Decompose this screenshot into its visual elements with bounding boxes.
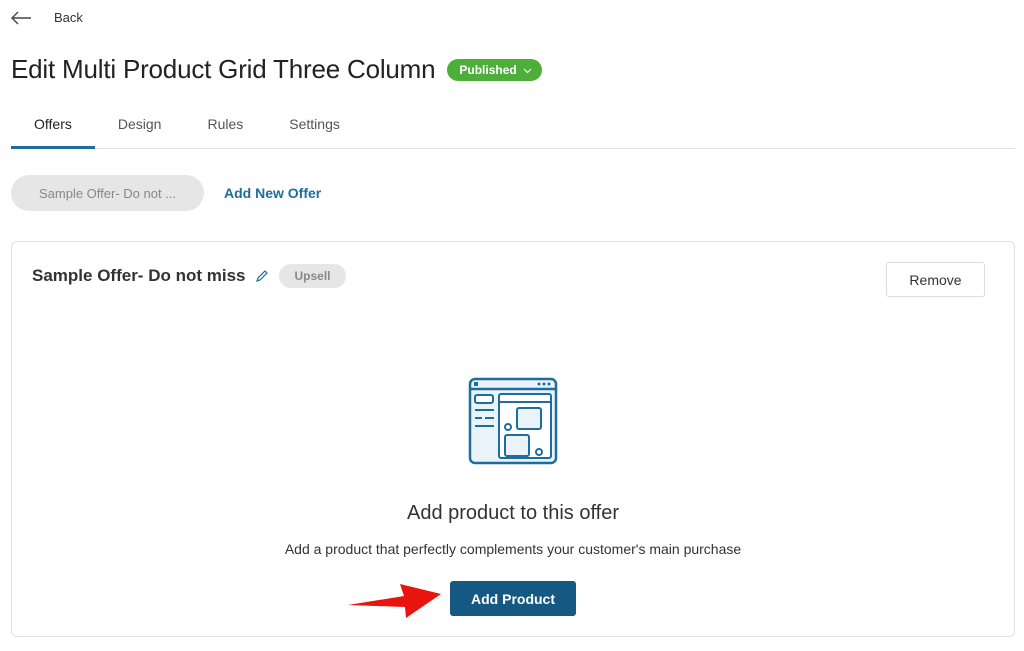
tab-offers[interactable]: Offers (11, 104, 95, 149)
tab-rules[interactable]: Rules (184, 104, 266, 149)
red-arrow-annotation-icon (346, 580, 442, 625)
title-row: Edit Multi Product Grid Three Column Pub… (11, 54, 542, 85)
back-label: Back (54, 10, 83, 25)
offer-card: Sample Offer- Do not miss Upsell Remove (11, 241, 1015, 637)
tab-settings[interactable]: Settings (266, 104, 363, 149)
offer-pill[interactable]: Sample Offer- Do not ... (11, 175, 204, 211)
offer-selector-row: Sample Offer- Do not ... Add New Offer (11, 175, 321, 211)
arrow-left-icon (10, 11, 32, 25)
remove-button[interactable]: Remove (886, 262, 985, 297)
offer-title: Sample Offer- Do not miss (32, 266, 246, 285)
product-grid-icon (468, 377, 558, 472)
page-title: Edit Multi Product Grid Three Column (11, 54, 436, 84)
tab-bar: Offers Design Rules Settings (11, 104, 1015, 149)
empty-state: Add product to this offer Add a product … (12, 377, 1014, 616)
empty-state-title: Add product to this offer (407, 502, 619, 524)
pencil-icon[interactable] (255, 269, 269, 283)
add-product-button[interactable]: Add Product (450, 581, 576, 616)
back-link[interactable]: Back (10, 10, 83, 25)
status-label: Published (459, 62, 517, 77)
empty-state-description: Add a product that perfectly complements… (284, 541, 742, 557)
status-dropdown[interactable]: Published (447, 58, 542, 81)
add-new-offer-link[interactable]: Add New Offer (224, 185, 321, 201)
chevron-down-icon (523, 63, 532, 77)
offer-type-badge: Upsell (279, 264, 346, 288)
tab-design[interactable]: Design (95, 104, 185, 149)
card-header: Sample Offer- Do not miss Upsell (32, 264, 346, 288)
